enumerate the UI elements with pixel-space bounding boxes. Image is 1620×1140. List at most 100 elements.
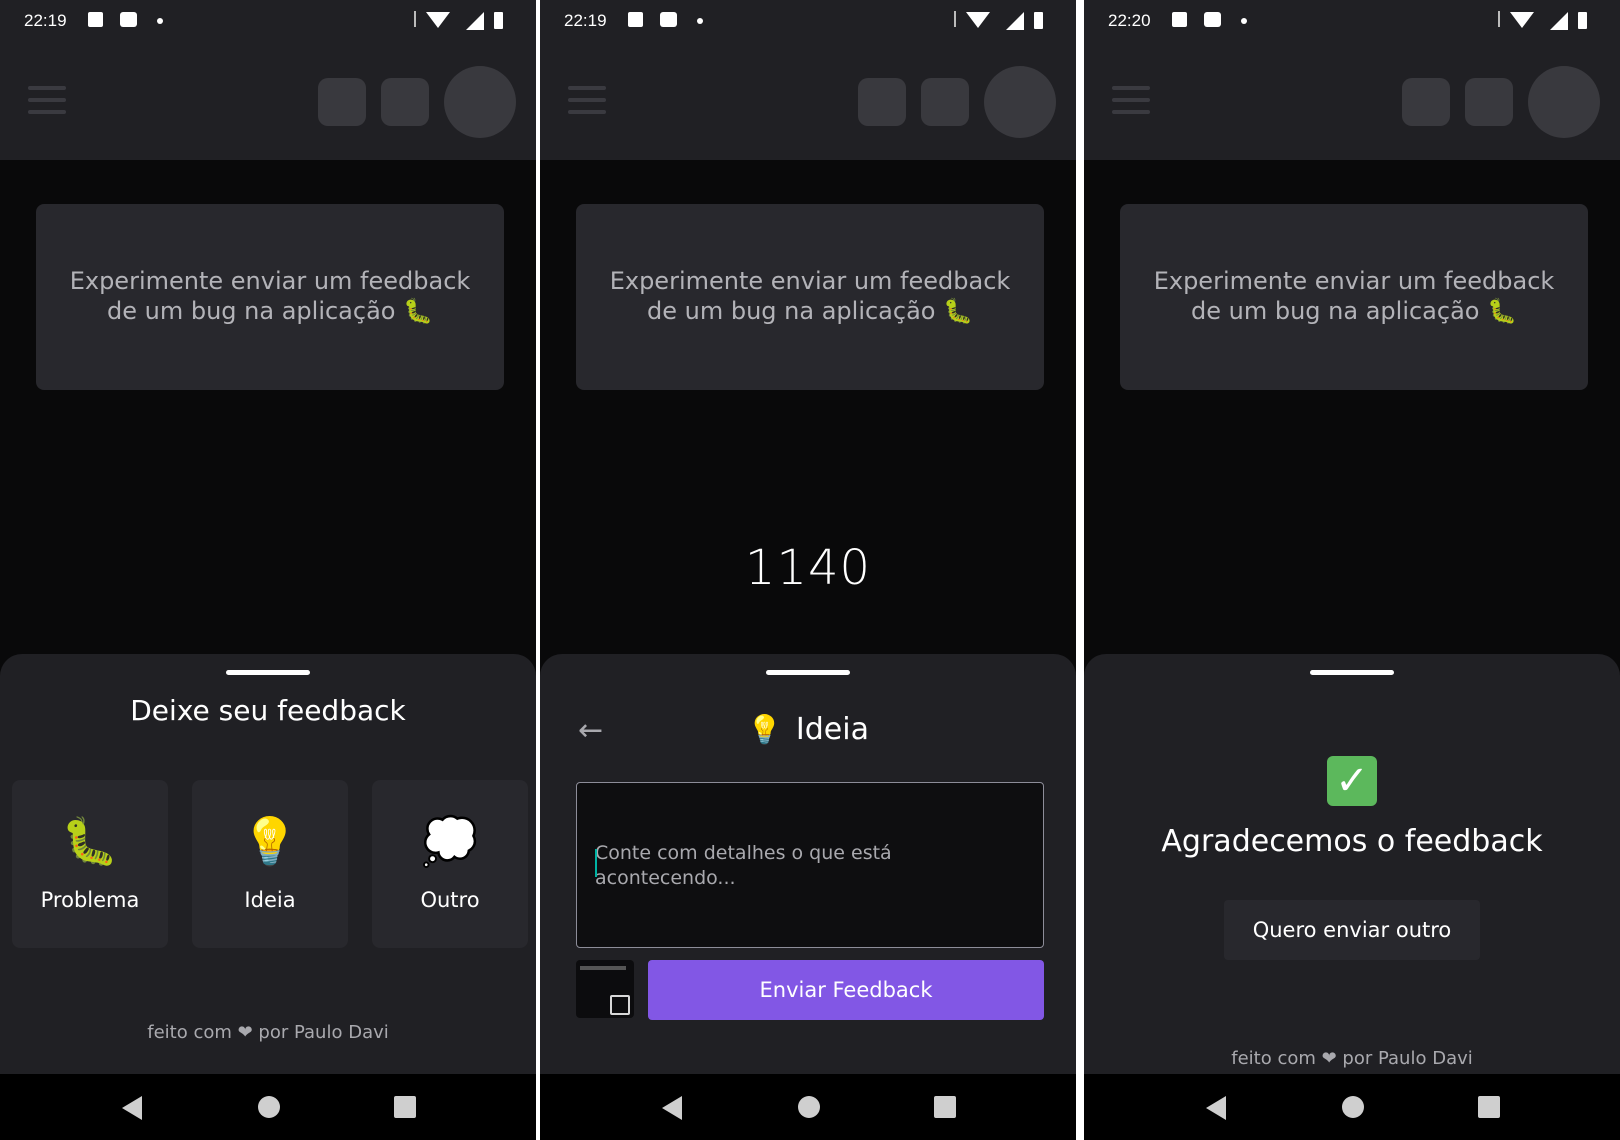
news-notification-icon (660, 12, 677, 27)
feedback-type-label: Ideia (244, 888, 296, 912)
data-activity-icon (1498, 11, 1508, 27)
screenshot-thumbnail[interactable] (576, 960, 634, 1018)
status-indicators (954, 10, 1054, 30)
hint-text-line2: de um bug na aplicação 🐛 (647, 297, 973, 325)
more-notifications-icon (157, 18, 163, 24)
feedback-type-outro[interactable]: 💭 Outro (372, 780, 528, 948)
feedback-bottom-sheet: ✓ Agradecemos o feedback Quero enviar ou… (1084, 654, 1620, 1074)
status-time: 22:20 (1108, 11, 1151, 30)
hint-card: Experimente enviar um feedback de um bug… (36, 204, 504, 390)
feedback-bottom-sheet: Deixe seu feedback 🐛 Problema 💡 Ideia 💭 … (0, 654, 536, 1074)
header-placeholder-button[interactable] (1465, 78, 1513, 126)
send-another-button[interactable]: Quero enviar outro (1224, 900, 1480, 960)
avatar[interactable] (444, 66, 516, 138)
signal-icon (1550, 12, 1568, 30)
bug-icon: 🐛 (61, 814, 119, 868)
nav-home-icon[interactable] (258, 1096, 280, 1118)
image-notification-icon (88, 12, 103, 27)
status-time: 22:19 (24, 11, 67, 30)
hint-card: Experimente enviar um feedback de um bug… (576, 204, 1044, 390)
avatar[interactable] (1528, 66, 1600, 138)
hint-card: Experimente enviar um feedback de um bug… (1120, 204, 1588, 390)
check-mark-icon: ✓ (1327, 756, 1377, 806)
feedback-bottom-sheet: ← 💡 Ideia Conte com detalhes o que está a… (540, 654, 1076, 1074)
form-title-label: Ideia (795, 712, 869, 747)
phone-screen-feedback-form: 22:19 Experimente enviar um feedback de … (540, 0, 1076, 1140)
nav-recents-icon[interactable] (934, 1096, 956, 1118)
signal-icon (1006, 12, 1024, 30)
lightbulb-icon: 💡 (747, 713, 782, 746)
android-nav-bar (0, 1074, 536, 1140)
thought-bubble-icon: 💭 (421, 814, 479, 868)
screenshot-preview (580, 966, 626, 970)
feedback-type-ideia[interactable]: 💡 Ideia (192, 780, 348, 948)
data-activity-icon (954, 11, 964, 27)
feedback-type-options: 🐛 Problema 💡 Ideia 💭 Outro (12, 780, 528, 948)
credits-footer: feito com ❤ por Paulo Davi (147, 1022, 389, 1043)
wifi-icon (1510, 12, 1534, 28)
nav-home-icon[interactable] (798, 1096, 820, 1118)
avatar[interactable] (984, 66, 1056, 138)
nav-back-icon[interactable] (1206, 1096, 1226, 1120)
status-bar: 22:19 (0, 0, 536, 44)
credits-footer: feito com ❤ por Paulo Davi (1231, 1048, 1473, 1069)
menu-icon[interactable] (1112, 86, 1150, 116)
status-time: 22:19 (564, 11, 607, 30)
nav-home-icon[interactable] (1342, 1096, 1364, 1118)
battery-icon (1034, 12, 1043, 29)
battery-icon (494, 12, 503, 29)
text-caret (595, 849, 597, 877)
nav-back-icon[interactable] (662, 1096, 682, 1120)
sheet-drag-handle[interactable] (766, 670, 850, 675)
hint-text-line2: de um bug na aplicação 🐛 (107, 297, 433, 325)
discord-notification-icon (120, 12, 137, 27)
feedback-textarea[interactable]: Conte com detalhes o que está acontecend… (576, 782, 1044, 948)
news-notification-icon (1204, 12, 1221, 27)
header-placeholder-button[interactable] (1402, 78, 1450, 126)
send-feedback-button[interactable]: Enviar Feedback (648, 960, 1044, 1020)
app-header (0, 44, 536, 160)
feedback-type-label: Problema (40, 888, 140, 912)
menu-icon[interactable] (28, 86, 66, 116)
header-placeholder-button[interactable] (381, 78, 429, 126)
hint-text-line1: Experimente enviar um feedback (609, 267, 1011, 295)
battery-icon (1578, 12, 1587, 29)
lightbulb-icon: 💡 (241, 814, 299, 868)
hint-text-line1: Experimente enviar um feedback (69, 267, 471, 295)
image-notification-icon (1172, 12, 1187, 27)
image-notification-icon (628, 12, 643, 27)
hint-text-line1: Experimente enviar um feedback (1153, 267, 1555, 295)
resolution-number: 1140 (744, 540, 872, 596)
status-indicators (414, 10, 514, 30)
sheet-title: Deixe seu feedback (130, 694, 406, 727)
form-title: 💡 Ideia (540, 712, 1076, 747)
status-bar: 22:20 (1084, 0, 1620, 44)
success-title: Agradecemos o feedback (1161, 824, 1543, 859)
feedback-type-label: Outro (420, 888, 480, 912)
wifi-icon (966, 12, 990, 28)
android-nav-bar (540, 1074, 1076, 1140)
status-bar: 22:19 (540, 0, 1076, 44)
header-placeholder-button[interactable] (858, 78, 906, 126)
signal-icon (466, 12, 484, 30)
more-notifications-icon (1241, 18, 1247, 24)
menu-icon[interactable] (568, 86, 606, 116)
feedback-type-problema[interactable]: 🐛 Problema (12, 780, 168, 948)
more-notifications-icon (697, 18, 703, 24)
sheet-drag-handle[interactable] (1310, 670, 1394, 675)
nav-recents-icon[interactable] (1478, 1096, 1500, 1118)
data-activity-icon (414, 11, 424, 27)
sheet-drag-handle[interactable] (226, 670, 310, 675)
hint-text-line2: de um bug na aplicação 🐛 (1191, 297, 1517, 325)
wifi-icon (426, 12, 450, 28)
header-placeholder-button[interactable] (921, 78, 969, 126)
header-placeholder-button[interactable] (318, 78, 366, 126)
phone-screen-select-type: 22:19 Experimente enviar um feedback de … (0, 0, 536, 1140)
nav-back-icon[interactable] (122, 1096, 142, 1120)
nav-recents-icon[interactable] (394, 1096, 416, 1118)
status-indicators (1498, 10, 1598, 30)
app-header (1084, 44, 1620, 160)
textarea-placeholder: Conte com detalhes o que está acontecend… (595, 842, 892, 889)
trash-icon[interactable] (610, 995, 630, 1015)
android-nav-bar (1084, 1074, 1620, 1140)
